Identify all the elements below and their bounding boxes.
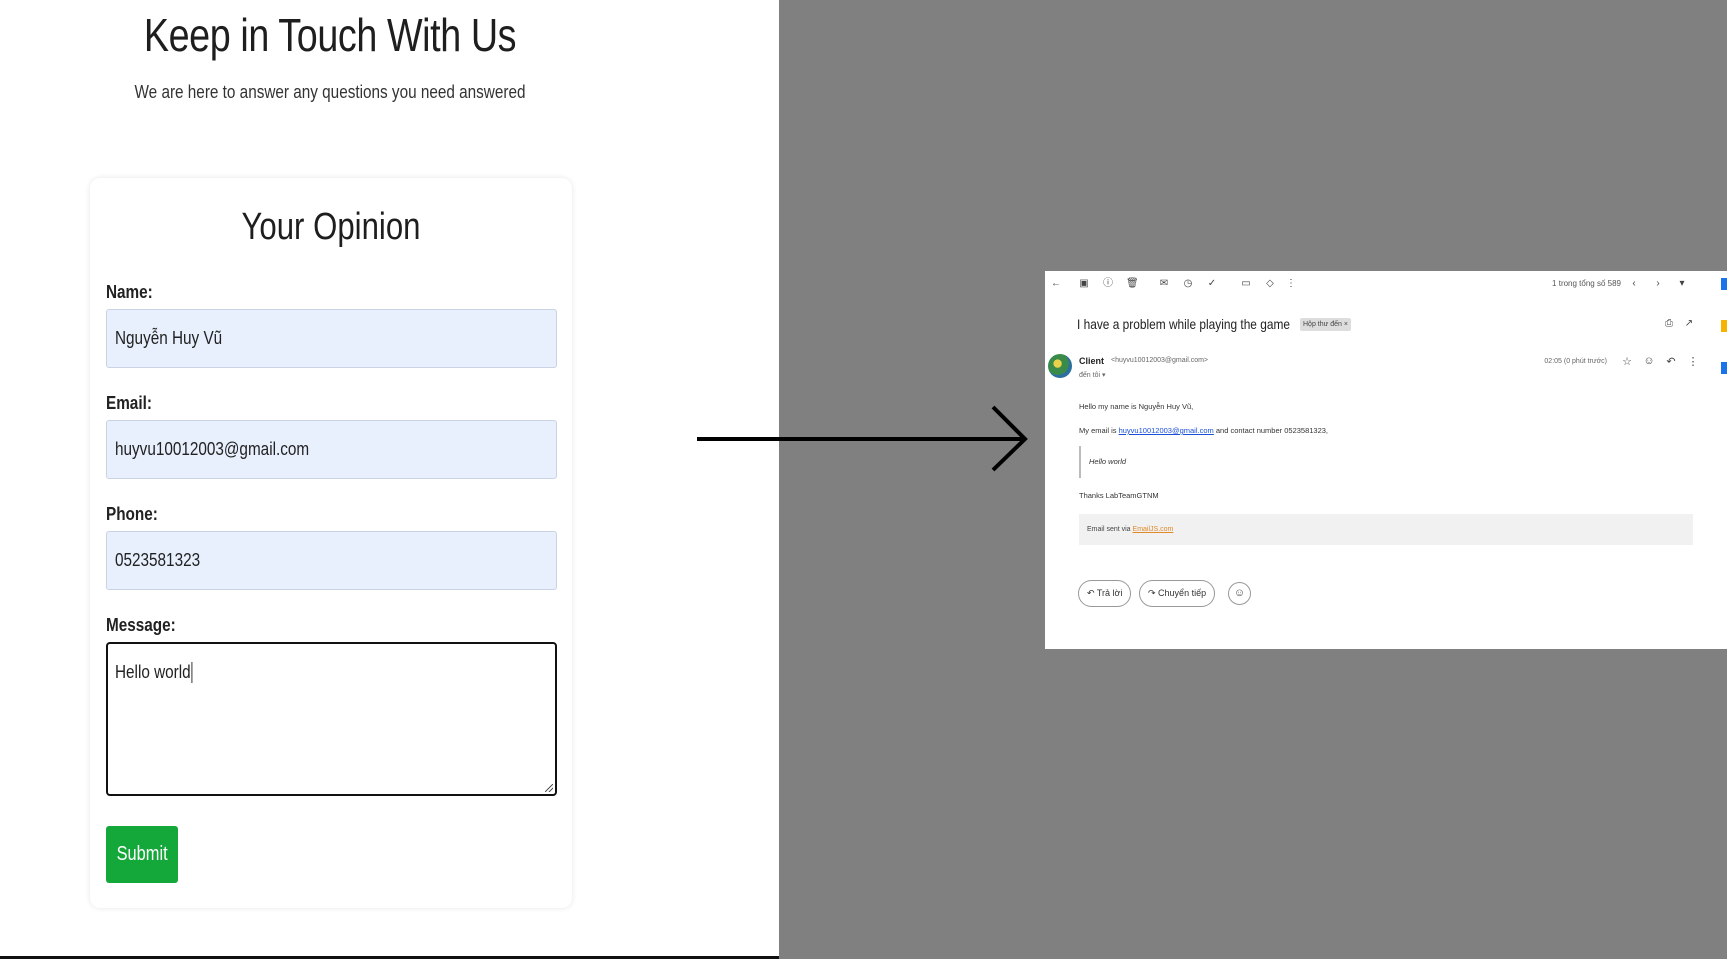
- more-icon[interactable]: ⋮: [1686, 355, 1700, 368]
- delete-icon[interactable]: 🗑: [1126, 277, 1139, 291]
- emailjs-link[interactable]: EmailJS.com: [1133, 526, 1174, 533]
- submit-label: Submit: [116, 843, 168, 865]
- reply-label: Trả lời: [1096, 588, 1123, 598]
- print-icon[interactable]: ⎙: [1663, 317, 1675, 331]
- star-icon[interactable]: ☆: [1620, 355, 1634, 368]
- back-arrow-icon[interactable]: ←: [1050, 277, 1062, 291]
- email-label: Email:: [106, 393, 152, 413]
- reply-icon[interactable]: ↶: [1664, 355, 1678, 368]
- card-title: Your Opinion: [241, 206, 421, 248]
- emoji-icon[interactable]: ☺: [1642, 355, 1656, 367]
- message-textarea[interactable]: Hello world: [106, 642, 557, 796]
- mark-unread-icon[interactable]: ✉: [1158, 277, 1170, 291]
- prev-icon[interactable]: ‹: [1629, 277, 1639, 291]
- name-value: Nguyễn Huy Vũ: [115, 328, 223, 348]
- resize-grip-icon[interactable]: [545, 784, 553, 792]
- label-icon[interactable]: ◇: [1264, 277, 1276, 291]
- message-counter: 1 trong tổng số 589: [1552, 279, 1621, 288]
- phone-field[interactable]: 0523581323: [106, 531, 557, 590]
- move-to-icon[interactable]: ▭: [1240, 277, 1252, 291]
- opinion-card: Your Opinion Name: Nguyễn Huy Vũ Email: …: [90, 178, 572, 908]
- email-value: huyvu10012003@gmail.com: [115, 439, 310, 459]
- email-subject: I have a problem while playing the game: [1077, 316, 1291, 332]
- calendar-icon[interactable]: [1721, 278, 1727, 290]
- forward-label: Chuyển tiếp: [1158, 588, 1207, 598]
- body-contact-suffix: and contact number 0523581323,: [1213, 426, 1329, 435]
- emoji-react-button[interactable]: ☺: [1228, 582, 1251, 605]
- name-field[interactable]: Nguyễn Huy Vũ: [106, 309, 557, 368]
- right-arrow-icon: [697, 405, 1028, 472]
- email-preview: ← ▣ ⓘ 🗑 ✉ ◷ ✓ ▭ ◇ ⋮ 1 trong tổng số 589 …: [1045, 271, 1727, 649]
- body-contact-line: My email is huyvu10012003@gmail.com and …: [1079, 426, 1328, 435]
- reply-icon: ↶: [1087, 588, 1097, 598]
- email-link[interactable]: huyvu10012003@gmail.com: [1119, 426, 1214, 435]
- sender-email: <huyvu10012003@gmail.com>: [1111, 357, 1209, 364]
- more-icon[interactable]: ⋮: [1286, 277, 1296, 291]
- body-thanks: Thanks LabTeamGTNM: [1079, 491, 1159, 500]
- contact-form-page: Keep in Touch With Us We are here to ans…: [0, 0, 779, 959]
- name-label: Name:: [106, 282, 153, 302]
- footer-prefix: Email sent via: [1087, 526, 1133, 533]
- open-new-window-icon[interactable]: ↗: [1683, 317, 1695, 331]
- sender-name: Client: [1079, 356, 1105, 366]
- reply-button[interactable]: ↶ Trả lời: [1078, 580, 1132, 607]
- settings-icon[interactable]: ▾: [1673, 277, 1691, 291]
- timestamp: 02:05 (0 phút trước): [1544, 358, 1607, 365]
- report-spam-icon[interactable]: ⓘ: [1102, 277, 1114, 291]
- submit-button[interactable]: Submit: [106, 826, 178, 883]
- screenshot-stage: Keep in Touch With Us We are here to ans…: [0, 0, 1727, 959]
- email-footer: Email sent via EmailJS.com: [1079, 514, 1693, 545]
- body-greeting: Hello my name is Nguyễn Huy Vũ,: [1079, 402, 1194, 411]
- message-label: Message:: [106, 615, 176, 635]
- forward-button[interactable]: ↷ Chuyển tiếp: [1139, 580, 1216, 607]
- add-task-icon[interactable]: ✓: [1206, 277, 1218, 291]
- keep-icon[interactable]: [1721, 320, 1727, 332]
- page-subtitle: We are here to answer any questions you …: [134, 82, 526, 102]
- phone-value: 0523581323: [115, 550, 201, 570]
- body-contact-prefix: My email is: [1079, 426, 1119, 435]
- avatar: [1048, 354, 1072, 378]
- snooze-icon[interactable]: ◷: [1182, 277, 1194, 291]
- email-field[interactable]: huyvu10012003@gmail.com: [106, 420, 557, 479]
- inbox-label-chip[interactable]: Hộp thư đến ×: [1300, 318, 1351, 331]
- side-panel-strip: [1721, 276, 1727, 436]
- quoted-message: Hello world: [1079, 446, 1126, 478]
- recipient-dropdown[interactable]: đến tôi ▾: [1079, 371, 1105, 379]
- message-value: Hello world: [115, 662, 193, 683]
- phone-label: Phone:: [106, 504, 158, 524]
- page-title: Keep in Touch With Us: [143, 9, 517, 61]
- archive-icon[interactable]: ▣: [1078, 277, 1090, 291]
- tasks-icon[interactable]: [1721, 362, 1727, 374]
- next-icon[interactable]: ›: [1653, 277, 1663, 291]
- forward-icon: ↷: [1148, 588, 1159, 598]
